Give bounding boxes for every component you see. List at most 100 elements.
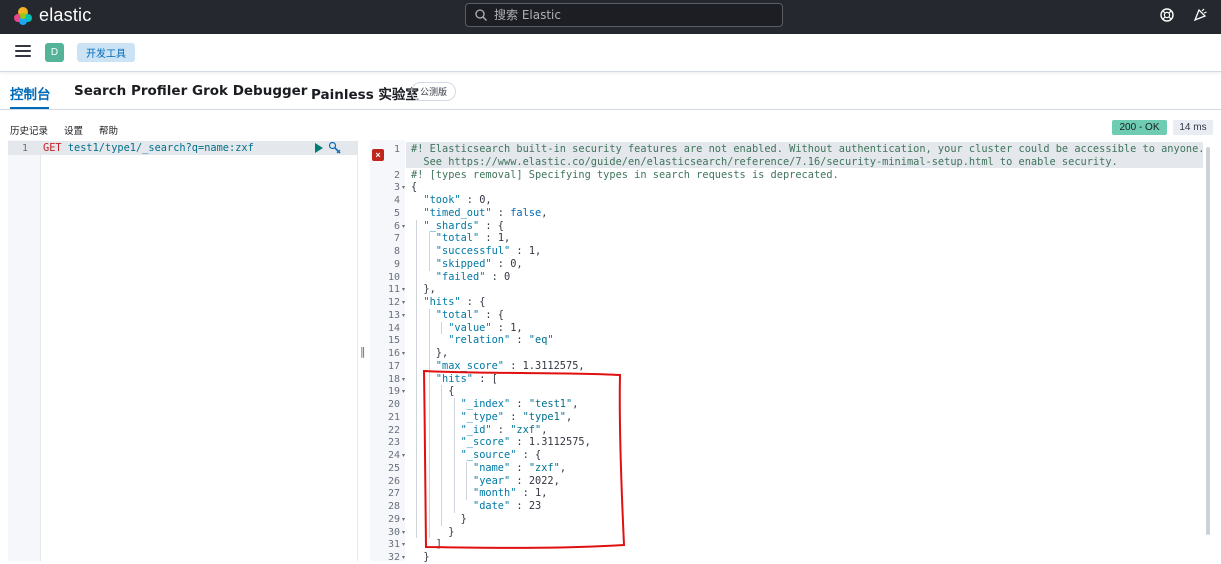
response-token: :	[485, 270, 505, 283]
response-token: ,	[559, 461, 567, 474]
settings-link[interactable]: 设置	[64, 123, 83, 137]
response-line: {	[411, 181, 417, 194]
elastic-logo-icon	[14, 6, 32, 25]
fold-toggle-icon[interactable]: ▾	[402, 312, 405, 319]
tab-grok-debugger[interactable]: Grok Debugger	[192, 83, 307, 99]
fold-toggle-icon[interactable]: ▾	[402, 286, 405, 293]
breadcrumb[interactable]: 开发工具	[77, 43, 135, 62]
indent-guide	[416, 219, 418, 539]
response-token: :	[510, 474, 529, 487]
response-line: "value" : 1,	[448, 322, 522, 335]
response-line-number: 21	[387, 411, 400, 423]
fold-toggle-icon[interactable]: ▾	[402, 554, 405, 561]
search-input[interactable]	[494, 8, 774, 22]
response-token: ,	[572, 398, 579, 410]
response-line-number: 11	[387, 284, 400, 296]
global-search[interactable]	[465, 3, 783, 27]
history-link[interactable]: 历史记录	[10, 123, 48, 137]
top-header: elastic	[0, 0, 1221, 34]
response-token: ,	[516, 257, 523, 270]
play-icon[interactable]	[314, 143, 324, 153]
response-scrollbar[interactable]	[1206, 147, 1210, 535]
fold-toggle-icon[interactable]: ▾	[402, 516, 405, 523]
response-line-number: 14	[387, 322, 400, 334]
response-token: "test1"	[528, 398, 573, 410]
response-token: :	[504, 359, 523, 372]
response-line: "date" : 23	[473, 500, 541, 513]
response-token: "type1"	[522, 410, 567, 423]
response-token: :	[479, 232, 498, 245]
request-text[interactable]: GET test1/type1/_search?q=name:zxf	[43, 142, 254, 154]
fold-toggle-icon[interactable]: ▾	[402, 223, 405, 230]
response-token: ,	[516, 321, 523, 334]
fold-toggle-icon[interactable]: ▾	[402, 350, 405, 357]
fold-toggle-icon[interactable]: ▾	[402, 184, 405, 191]
fold-toggle-icon[interactable]: ▾	[402, 299, 405, 306]
elastic-logo[interactable]: elastic	[13, 5, 91, 26]
response-token: ,	[504, 232, 511, 245]
response-token: "_source"	[460, 449, 517, 461]
response-token: 0	[504, 270, 511, 283]
space-avatar[interactable]: D	[45, 43, 64, 62]
response-token: "name"	[473, 461, 511, 474]
response-token: false	[510, 206, 542, 219]
response-token: ,	[578, 359, 585, 372]
response-line-number: 1	[393, 144, 400, 155]
response-token: ,	[553, 474, 560, 487]
response-token: : [	[473, 372, 498, 385]
response-token: "year"	[473, 474, 511, 487]
tab-console[interactable]: 控制台	[10, 83, 51, 103]
response-token: }	[448, 525, 455, 538]
response-line-number: 15	[387, 335, 400, 347]
wrench-icon[interactable]	[328, 141, 342, 155]
response-token: 1.3112575	[528, 436, 585, 449]
response-line-number: 16	[387, 348, 400, 359]
response-line: "successful" : 1,	[436, 245, 541, 258]
panel-resizer[interactable]: ‖	[360, 345, 366, 358]
search-icon	[475, 9, 487, 21]
response-token: {	[411, 181, 418, 194]
news-icon[interactable]	[1192, 7, 1208, 23]
response-line: {	[448, 385, 454, 398]
response-token: "skipped"	[435, 257, 492, 270]
menu-toggle-button[interactable]	[15, 45, 31, 59]
help-link[interactable]: 帮助	[99, 123, 118, 137]
response-token: : {	[516, 449, 542, 461]
devtools-tabs: 控制台 Search Profiler Grok Debugger Painle…	[0, 72, 1221, 110]
response-token: "zxf"	[528, 461, 560, 474]
fold-toggle-icon[interactable]: ▾	[402, 376, 405, 383]
fold-toggle-icon[interactable]: ▾	[402, 541, 405, 548]
fold-toggle-icon[interactable]: ▾	[402, 388, 405, 395]
response-line: "timed_out" : false,	[423, 207, 547, 220]
active-tab-indicator	[10, 107, 49, 109]
response-token: "zxf"	[510, 423, 542, 436]
response-line: "skipped" : 0,	[436, 258, 523, 271]
response-line: "_shards" : {	[423, 220, 504, 233]
response-token: "_type"	[460, 410, 504, 423]
fold-toggle-icon[interactable]: ▾	[402, 452, 405, 459]
response-token: "month"	[473, 487, 517, 500]
tab-painless-lab[interactable]: Painless 实验室	[311, 83, 419, 103]
response-token: 2022	[528, 474, 554, 487]
response-line-number: 7	[393, 233, 400, 245]
response-line-number: 19	[387, 386, 400, 398]
response-line: "total" : {	[436, 309, 504, 322]
request-line-number: 1	[22, 143, 29, 154]
help-icon[interactable]	[1159, 7, 1175, 23]
response-line-number: 18	[387, 373, 400, 385]
request-editor[interactable]: 1 GET test1/type1/_search?q=name:zxf	[8, 140, 358, 561]
response-token: }	[423, 551, 430, 563]
response-line: "failed" : 0	[436, 271, 510, 284]
response-token: "date"	[473, 500, 511, 512]
response-token: ,	[485, 194, 492, 206]
response-line: "max_score" : 1.3112575,	[436, 360, 585, 373]
response-token: "successful"	[435, 245, 511, 257]
tab-search-profiler[interactable]: Search Profiler	[74, 83, 187, 99]
response-token: #! [types removal] Specifying types in s…	[411, 168, 839, 181]
response-viewer[interactable]: × 1 #! Elasticsearch built-in security fe…	[370, 140, 1221, 563]
response-line: "hits" : [	[436, 373, 498, 386]
response-line-number: 31	[387, 539, 400, 551]
response-line: "year" : 2022,	[473, 475, 560, 488]
fold-toggle-icon[interactable]: ▾	[402, 529, 405, 536]
response-line-number: 3	[393, 182, 400, 194]
